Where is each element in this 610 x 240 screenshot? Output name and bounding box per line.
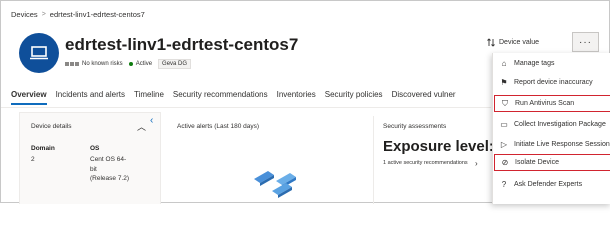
- menu-item-manage-tags[interactable]: ⌂ Manage tags: [494, 55, 610, 72]
- laptop-icon: [30, 46, 48, 60]
- menu-item-label: Initiate Live Response Session: [514, 141, 610, 148]
- tab-security-recommendations[interactable]: Security recommendations: [173, 90, 268, 105]
- empty-state-illustration: [254, 171, 296, 198]
- breadcrumb: Devices > edrtest-linv1-edrtest-centos7: [11, 10, 145, 19]
- device-tag[interactable]: Geva DG: [158, 59, 192, 69]
- menu-item-label: Ask Defender Experts: [514, 181, 583, 188]
- domain-label: Domain: [31, 145, 55, 152]
- menu-item-label: Report device inaccuracy: [514, 79, 593, 86]
- menu-item-ask-defender-experts[interactable]: ? Ask Defender Experts: [494, 176, 610, 193]
- block-icon: ⊘: [501, 158, 509, 167]
- status-text: Active: [135, 61, 153, 67]
- domain-value: 2: [31, 156, 35, 163]
- more-icon: ···: [579, 36, 592, 48]
- menu-item-label: Run Antivirus Scan: [515, 100, 575, 107]
- shield-icon: ⛉: [502, 98, 508, 108]
- exposure-level: Exposure level: L: [383, 138, 507, 155]
- os-label: OS: [90, 145, 100, 152]
- tabs-divider: [1, 107, 491, 108]
- package-icon: ▭: [500, 120, 508, 129]
- breadcrumb-devices-link[interactable]: Devices: [11, 10, 38, 19]
- menu-item-label: Collect Investigation Package: [514, 121, 606, 128]
- question-icon: ?: [501, 180, 507, 189]
- device-value-button[interactable]: Device value: [487, 38, 539, 47]
- tab-timeline[interactable]: Timeline: [134, 90, 164, 105]
- device-value-label: Device value: [499, 39, 540, 46]
- menu-item-initiate-live-response-session[interactable]: ▷ Initiate Live Response Session: [494, 136, 610, 153]
- play-icon: ▷: [500, 140, 508, 149]
- os-value-line: (Release 7.2): [90, 175, 130, 182]
- device-meta: No known risks Active Geva DG: [65, 59, 192, 69]
- os-value-line: bit: [90, 165, 97, 173]
- tab-security-policies[interactable]: Security policies: [325, 90, 383, 105]
- exposure-prefix: Exposure level:: [383, 138, 499, 155]
- risk-level-icon: [65, 62, 79, 66]
- device-name: edrtest-linv1-edrtest-centos7: [65, 35, 299, 54]
- menu-item-collect-investigation-package[interactable]: ▭ Collect Investigation Package: [494, 116, 610, 133]
- security-recommendations-count[interactable]: 1 active security recommendations: [383, 160, 468, 166]
- breadcrumb-separator: >: [41, 11, 46, 18]
- collapse-chevron-icon[interactable]: ︿: [137, 120, 146, 133]
- device-avatar: [19, 33, 59, 73]
- os-value: Cent OS 64- bit (Release 7.2): [90, 155, 129, 184]
- security-assessments-title: Security assessments: [383, 123, 447, 130]
- menu-item-run-antivirus-scan[interactable]: ⛉ Run Antivirus Scan: [494, 95, 610, 112]
- menu-item-label: Isolate Device: [515, 159, 559, 166]
- tab-overview[interactable]: Overview: [11, 90, 47, 105]
- chevron-right-icon[interactable]: ›: [475, 159, 478, 168]
- breadcrumb-current: edrtest-linv1-edrtest-centos7: [49, 10, 145, 19]
- more-actions-button[interactable]: ···: [572, 32, 599, 52]
- active-alerts-title: Active alerts (Last 180 days): [177, 123, 260, 130]
- tab-incidents-and-alerts[interactable]: Incidents and alerts: [56, 90, 125, 105]
- flag-icon: ⚑: [500, 78, 508, 87]
- os-value-line: Cent OS 64-: [90, 156, 127, 163]
- device-details-title: Device details: [31, 123, 72, 130]
- menu-item-report-device-inaccuracy[interactable]: ⚑ Report device inaccuracy: [494, 74, 610, 91]
- sort-arrows-icon: [487, 38, 495, 47]
- status-dot-icon: [128, 62, 133, 66]
- tab-discovered-vulnerabilities[interactable]: Discovered vulner: [392, 90, 456, 105]
- tab-inventories[interactable]: Inventories: [277, 90, 316, 105]
- tab-bar: Overview Incidents and alerts Timeline S…: [11, 90, 465, 105]
- risk-text: No known risks: [82, 61, 123, 67]
- collapse-panel-chevron-icon[interactable]: ‹: [150, 115, 153, 126]
- menu-item-isolate-device[interactable]: ⊘ Isolate Device: [494, 154, 610, 171]
- menu-item-label: Manage tags: [514, 60, 555, 67]
- tag-icon: ⌂: [501, 59, 507, 68]
